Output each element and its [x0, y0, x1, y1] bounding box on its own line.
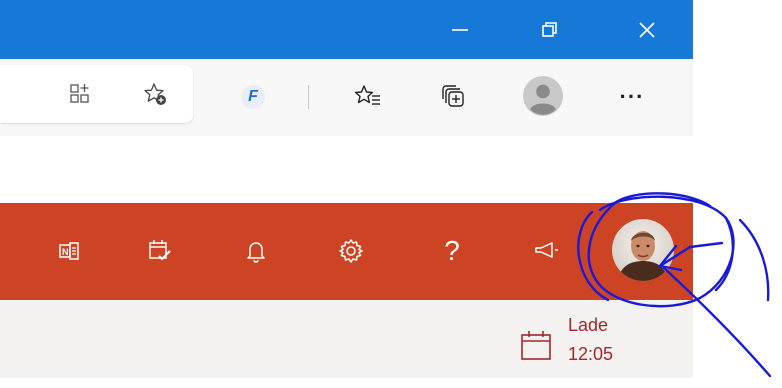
restore-icon	[542, 21, 557, 37]
office-header-bar: N ?	[0, 203, 693, 300]
favorites-list-icon	[354, 85, 380, 105]
favorites-button[interactable]	[347, 77, 387, 117]
onenote-button[interactable]: N	[49, 231, 89, 271]
more-options-button[interactable]: ···	[612, 77, 652, 117]
content-sub-bar	[0, 300, 693, 378]
my-day-button[interactable]	[140, 231, 180, 271]
add-favorite-button[interactable]	[135, 74, 175, 114]
app-available-button[interactable]	[60, 74, 100, 114]
toolbar-separator	[308, 85, 309, 109]
user-photo	[612, 219, 674, 281]
star-add-icon	[144, 83, 166, 105]
user-avatar-button[interactable]	[612, 219, 674, 281]
browser-toolbar: F ···	[0, 59, 693, 136]
help-button[interactable]: ?	[432, 231, 472, 271]
megaphone-icon	[535, 242, 558, 258]
minimize-button[interactable]	[430, 0, 490, 59]
apps-grid-icon	[70, 84, 89, 103]
task-calendar-icon	[149, 240, 171, 261]
help-icon: ?	[444, 235, 460, 266]
whats-new-button[interactable]	[526, 231, 566, 271]
gear-icon	[339, 239, 363, 263]
settings-button[interactable]	[331, 231, 371, 271]
profile-avatar-icon	[523, 76, 563, 116]
extension-button[interactable]: F	[233, 77, 273, 117]
close-icon	[639, 21, 655, 38]
profile-button[interactable]	[523, 76, 563, 116]
more-icon: ···	[619, 84, 645, 109]
window-title-bar	[0, 0, 693, 59]
svg-text:N: N	[62, 247, 69, 257]
minimize-icon	[452, 28, 468, 31]
onenote-icon: N	[59, 242, 79, 260]
calendar-icon	[521, 331, 551, 360]
close-button[interactable]	[617, 0, 677, 59]
calendar-time[interactable]: 12:05	[568, 343, 613, 365]
extension-letter: F	[248, 88, 258, 105]
calendar-label[interactable]: Lade	[568, 314, 608, 336]
collections-button[interactable]	[434, 77, 474, 117]
collections-icon	[442, 85, 464, 107]
address-bar[interactable]	[0, 65, 193, 123]
restore-button[interactable]	[520, 0, 580, 59]
bell-icon	[247, 242, 265, 263]
extension-f-icon: F	[241, 85, 265, 109]
notifications-button[interactable]	[236, 231, 276, 271]
